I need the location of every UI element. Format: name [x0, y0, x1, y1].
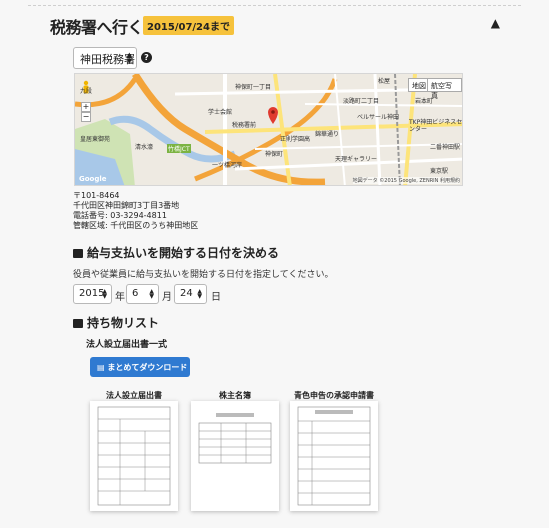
select-arrows-icon: ▲ ▼ [126, 51, 132, 65]
year-select[interactable]: 2015 ▲ ▼ [73, 284, 112, 304]
document-thumbnail[interactable] [191, 401, 279, 511]
map-label: 皇居東御苑 [80, 136, 111, 143]
map-label: 学士会館 [208, 109, 233, 116]
phone-number: 電話番号: 03-3294-4811 [73, 211, 167, 220]
document-title: 株主名簿 [219, 391, 251, 400]
day-select[interactable]: 24 ▲ ▼ [174, 284, 207, 304]
map-credit: 地図データ ©2015 Google, ZENRIN 利用規約 [352, 177, 460, 184]
select-arrows-icon: ▲ ▼ [197, 288, 202, 300]
map-label: 東京駅 [430, 168, 449, 175]
zoom-control[interactable]: + − [81, 102, 91, 122]
tax-office-select[interactable]: 神田税務署 ▲ ▼ [73, 47, 137, 69]
document-thumbnail[interactable] [290, 401, 378, 511]
print-icon: ▤ [97, 363, 105, 372]
office-address: 〒101-8464 千代田区神田錦町3丁目3番地 電話番号: 03-3294-4… [73, 191, 198, 231]
year-unit: 年 [115, 292, 125, 303]
document-set-title: 法人設立届出書一式 [86, 340, 168, 350]
date-section-heading: 給与支払いを開始する日付を決める [73, 244, 279, 261]
document-thumbnail[interactable] [90, 401, 178, 511]
map-label: 淡路町二丁目 [343, 98, 380, 105]
chevron-up-icon[interactable]: ▲ [491, 16, 500, 30]
map-label: 清水濠 [135, 144, 154, 151]
map-label: 九段 [80, 88, 93, 95]
select-arrows-icon: ▲ ▼ [149, 288, 154, 300]
document-title: 青色申告の承認申請書 [294, 391, 374, 400]
page-title: 税務署へ行く [50, 18, 144, 37]
help-icon[interactable]: ? [141, 52, 152, 63]
map-label: 二番神田駅 [430, 144, 461, 151]
map-label: 松屋 [378, 78, 391, 85]
map-label: ベルサール神田 [357, 114, 400, 121]
map[interactable]: + − 地図 航空写真 神保町一丁目 学士会館 税務署前 正則学園高 錦華通り … [74, 73, 463, 186]
map-label: 天理ギャラリー [335, 156, 378, 163]
map-label: 竹橋JCT [167, 144, 191, 153]
section-header[interactable]: 税務署へ行く 2015/07/24まで ▲ [50, 14, 500, 38]
date-instruction: 役員や従業員に給与支払いを開始する日付を指定してください。 [73, 270, 334, 280]
map-label: 正則学園高 [280, 136, 311, 143]
street-address: 千代田区神田錦町3丁目3番地 [73, 201, 180, 210]
items-section-heading: 持ち物リスト [73, 314, 159, 331]
jurisdiction: 管轄区域: 千代田区のうち神田地区 [73, 221, 199, 230]
select-arrows-icon: ▲ ▼ [102, 288, 107, 300]
map-label: 一ツ橋河岸 [212, 162, 243, 169]
map-label: 税務署前 [232, 122, 257, 129]
map-label: TKP神田ビジネスセンター [409, 119, 463, 133]
map-label: 岩本町 [415, 98, 434, 105]
top-divider [28, 5, 521, 6]
month-select[interactable]: 6 ▲ ▼ [126, 284, 159, 304]
google-logo: Google [79, 175, 107, 183]
map-label: 神保町一丁目 [235, 84, 272, 91]
document-title: 法人設立届出書 [106, 391, 162, 400]
calendar-icon [73, 249, 83, 258]
map-label: 錦華通り [315, 131, 340, 138]
map-type-satellite-button[interactable]: 航空写真 [427, 78, 462, 100]
zoom-in-button[interactable]: + [81, 102, 91, 112]
download-all-button[interactable]: ▤ まとめてダウンロード [90, 357, 190, 377]
day-unit: 日 [211, 292, 221, 303]
month-unit: 月 [162, 292, 172, 303]
map-label: 神保町 [265, 151, 284, 158]
zoom-out-button[interactable]: − [81, 112, 91, 122]
briefcase-icon [73, 319, 83, 328]
deadline-badge: 2015/07/24まで [143, 16, 234, 35]
postal-code: 〒101-8464 [73, 191, 120, 200]
